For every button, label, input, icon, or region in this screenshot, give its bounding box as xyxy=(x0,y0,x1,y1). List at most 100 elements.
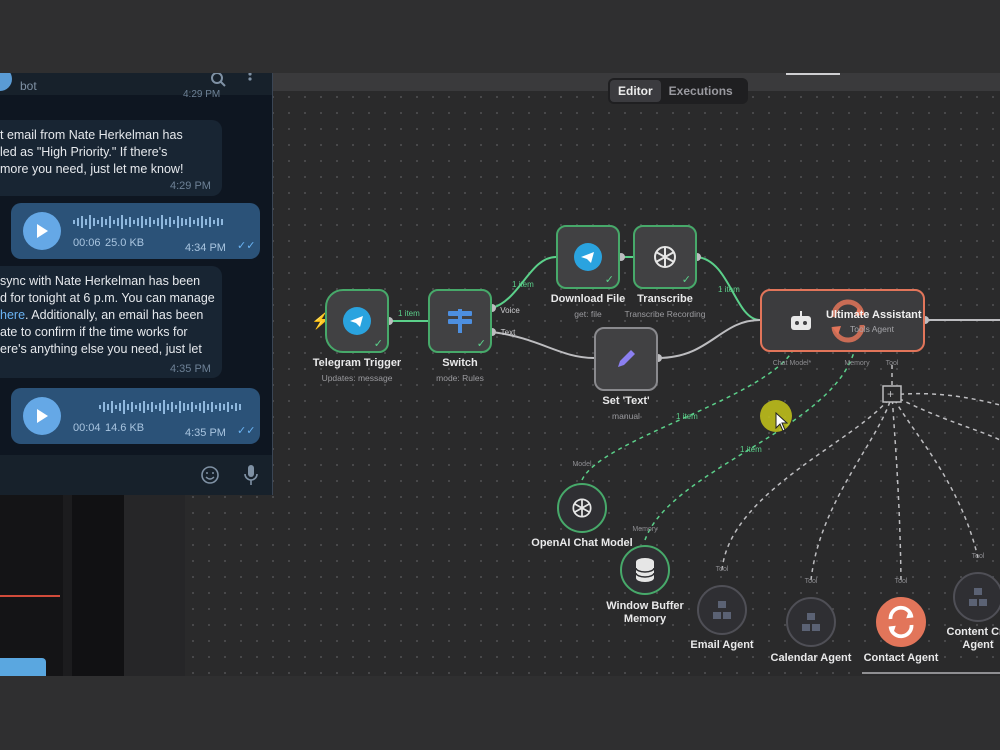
node-switch[interactable]: ✓ xyxy=(428,289,492,353)
avatar[interactable] xyxy=(0,73,12,91)
telegram-icon xyxy=(574,243,602,271)
pencil-icon xyxy=(618,350,635,367)
message-text: more you need, just let me know! xyxy=(0,162,184,176)
edge-set-assistant xyxy=(657,319,761,359)
port-tool: Tool xyxy=(894,578,908,585)
voice-message: 00:04 14.6 KB 4:35 PM ✓✓ xyxy=(11,388,260,444)
menu-icon[interactable] xyxy=(246,73,254,87)
edge-label: 1 item xyxy=(740,445,762,454)
message-text: ere's anything else you need, just let xyxy=(0,342,202,356)
message-text: led as "High Priority." If there's xyxy=(0,145,168,159)
node-ultimate-assistant[interactable]: Ultimate Assistant Tools Agent xyxy=(760,289,925,352)
background-column xyxy=(0,495,63,676)
port-memory: Memory xyxy=(844,360,870,367)
refresh-icon xyxy=(888,605,914,639)
message-bubble: sync with Nate Herkelman has been d for … xyxy=(0,266,222,378)
openai-icon xyxy=(572,498,592,518)
message-time: 4:34 PM xyxy=(185,242,226,254)
node-set-text[interactable] xyxy=(594,327,658,391)
edge-tool-content xyxy=(891,394,979,559)
node-window-buffer-memory[interactable] xyxy=(620,545,670,595)
node-telegram-trigger[interactable]: ✓ xyxy=(325,289,389,353)
play-icon xyxy=(37,224,48,238)
message-text: d for tonight at 6 p.m. You can manage xyxy=(0,291,215,305)
port-model: Model xyxy=(572,461,592,468)
success-check-icon: ✓ xyxy=(604,274,614,286)
play-button[interactable] xyxy=(23,212,61,250)
database-icon xyxy=(635,558,655,582)
node-calendar-agent[interactable] xyxy=(786,597,836,647)
node-download-file[interactable]: ✓ xyxy=(556,225,620,289)
message-input-bar[interactable] xyxy=(0,455,272,495)
microphone-icon[interactable] xyxy=(243,463,259,487)
node-label: Calendar Agent xyxy=(770,652,852,664)
node-label: Ultimate Assistant xyxy=(826,309,922,321)
node-contact-agent[interactable] xyxy=(876,597,926,647)
node-sublabel: get: file xyxy=(574,309,602,319)
agent-icon xyxy=(713,601,731,619)
port-tool: Tool xyxy=(971,553,985,560)
node-label: Window Buffer Memory xyxy=(606,600,684,625)
smiley-icon[interactable] xyxy=(200,465,220,485)
edge-tool-calendar xyxy=(810,394,893,581)
node-sublabel: Tools Agent xyxy=(850,324,894,334)
search-icon[interactable] xyxy=(210,73,226,87)
message-time: 4:35 PM xyxy=(170,363,211,375)
edge-label: 1 item xyxy=(718,285,740,294)
node-sublabel: Transcribe Recording xyxy=(624,309,706,319)
read-check-icon: ✓✓ xyxy=(237,425,256,437)
port-tool: Tool xyxy=(804,578,818,585)
voice-duration: 00:06 xyxy=(73,237,101,249)
node-label: Switch xyxy=(442,357,478,369)
chat-title: bot xyxy=(20,79,37,93)
refresh-icon xyxy=(831,299,865,343)
robot-icon xyxy=(791,310,811,330)
node-sublabel: manual xyxy=(612,411,640,421)
edge-tool-contact xyxy=(891,394,902,581)
success-check-icon: ✓ xyxy=(373,338,383,350)
background-column xyxy=(72,495,124,676)
play-icon xyxy=(37,409,48,423)
waveform[interactable] xyxy=(99,398,259,416)
play-button[interactable] xyxy=(23,397,61,435)
success-check-icon: ✓ xyxy=(681,274,691,286)
message-link[interactable]: here xyxy=(0,308,25,322)
node-sublabel: mode: Rules xyxy=(436,373,484,383)
cursor-icon xyxy=(775,412,789,432)
node-label: Download File xyxy=(550,293,626,305)
canvas-bottom-divider xyxy=(862,672,1000,674)
message-time: 4:29 PM xyxy=(170,180,211,192)
node-label: Contact Agent xyxy=(863,652,939,664)
node-label: Telegram Trigger xyxy=(312,357,402,369)
node-label: Set 'Text' xyxy=(602,395,650,407)
node-label: OpenAI Chat Model xyxy=(531,537,633,549)
agent-icon xyxy=(802,613,820,631)
edge-tool-extra xyxy=(891,394,1000,441)
node-label: Transcribe xyxy=(637,293,693,305)
waveform[interactable] xyxy=(73,213,253,231)
edge-label: 1 item xyxy=(398,309,420,318)
node-content-agent[interactable] xyxy=(953,572,1000,622)
voice-duration: 00:04 xyxy=(73,422,101,434)
message-text: sync with Nate Herkelman has been xyxy=(0,274,201,288)
telegram-chat-window: bot 4:29 PM t email from Nate Herkelman … xyxy=(0,73,273,495)
success-check-icon: ✓ xyxy=(476,338,486,350)
message-text: . Additionally, an email has been xyxy=(25,308,204,322)
voice-message: 00:06 25.0 KB 4:34 PM ✓✓ xyxy=(11,203,260,259)
message-text: t email from Nate Herkelman has xyxy=(0,128,183,142)
openai-icon xyxy=(654,246,676,268)
edge-label: 1 item xyxy=(512,280,534,289)
port-chat-model: Chat Model* xyxy=(772,360,812,367)
node-openai-chat-model[interactable] xyxy=(557,483,607,533)
node-label: Content Cre Agent xyxy=(946,626,1000,651)
node-transcribe[interactable]: ✓ xyxy=(633,225,697,289)
edge-label: 1 item xyxy=(676,412,698,421)
plus-icon: + xyxy=(887,387,894,401)
port-tool: Tool xyxy=(885,360,899,367)
background-blue-button[interactable] xyxy=(0,658,46,676)
message-bubble: t email from Nate Herkelman has led as "… xyxy=(0,120,222,196)
node-email-agent[interactable] xyxy=(697,585,747,635)
message-time: 4:35 PM xyxy=(185,427,226,439)
voice-size: 25.0 KB xyxy=(105,237,145,249)
port-memory-sub: Memory xyxy=(632,526,658,533)
